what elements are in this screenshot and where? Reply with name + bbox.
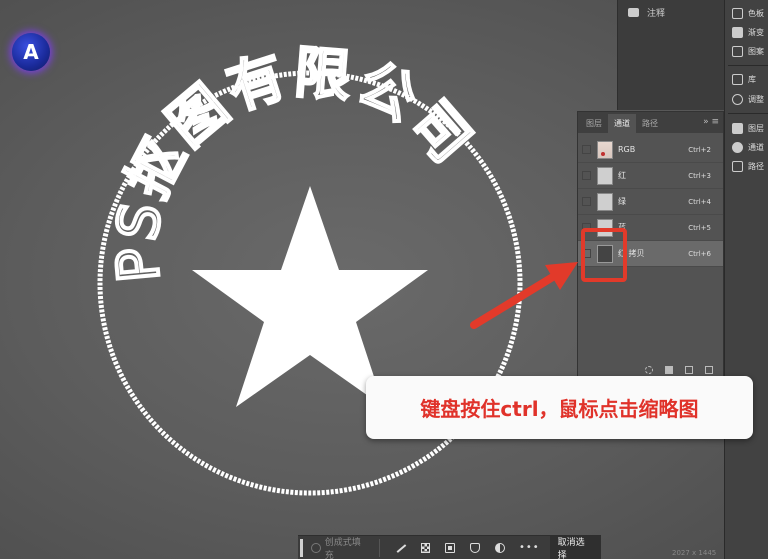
- pointer-arrow: [470, 262, 578, 329]
- deselect-button[interactable]: 取消选择: [549, 535, 601, 559]
- taskbar-grip[interactable]: [300, 538, 303, 557]
- generative-fill-label: 创成式填充: [324, 537, 361, 559]
- sparkle-icon: [310, 542, 321, 553]
- transparency-icon[interactable]: [420, 542, 431, 553]
- mask-icon[interactable]: [445, 542, 456, 553]
- status-coords: 2027 x 1445: [672, 549, 717, 557]
- fill-bucket-icon[interactable]: [470, 542, 481, 553]
- adjustment-icon[interactable]: [495, 542, 505, 553]
- instruction-callout: 键盘按住ctrl，鼠标点击缩略图: [366, 376, 753, 439]
- more-options-icon[interactable]: •••: [519, 542, 540, 553]
- generative-fill-button[interactable]: 创成式填充: [310, 538, 380, 559]
- brush-icon[interactable]: [394, 542, 406, 553]
- contextual-taskbar: 创成式填充 ••• 取消选择: [298, 535, 601, 559]
- callout-text: 键盘按住ctrl，鼠标点击缩略图: [420, 397, 699, 421]
